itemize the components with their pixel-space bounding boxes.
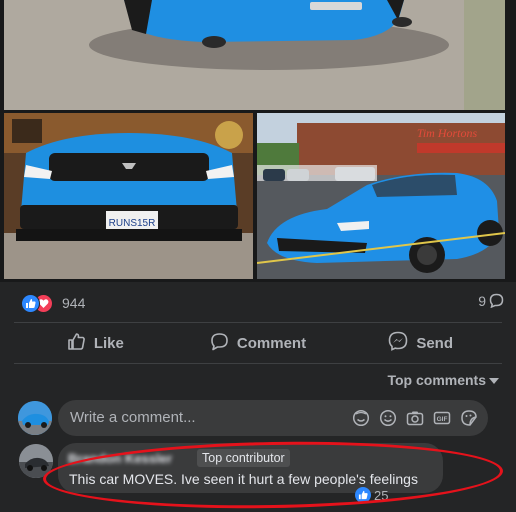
gif-icon[interactable]: GIF	[433, 409, 451, 427]
messenger-icon	[388, 331, 408, 355]
thumbs-up-icon	[67, 332, 86, 355]
reaction-icons[interactable]	[21, 294, 57, 313]
comment-text: This car MOVES. Ive seen it hurt a few p…	[69, 471, 418, 487]
avatar-sticker-icon[interactable]	[352, 409, 370, 427]
comment-like-icon	[355, 487, 371, 503]
comment-button[interactable]: Comment	[177, 323, 340, 363]
commenter-avatar[interactable]	[19, 444, 53, 478]
top-contributor-badge: Top contributor	[197, 449, 290, 467]
comment-input[interactable]	[70, 409, 330, 426]
send-button[interactable]: Send	[339, 323, 502, 363]
comment-like-count: 25	[374, 487, 389, 503]
comment-author[interactable]: Brandon Kessler	[68, 451, 172, 466]
like-reaction-icon	[21, 294, 40, 313]
comment-count[interactable]: 9	[478, 293, 486, 309]
comment-sort-dropdown[interactable]: Top comments	[387, 372, 486, 388]
svg-text:GIF: GIF	[437, 416, 448, 423]
comment-reaction-count[interactable]: 25	[355, 486, 388, 504]
comment-icon	[210, 332, 229, 355]
photo-car-parking-lot[interactable]: Tim Hortons	[257, 113, 505, 279]
comment-bubble-icon	[489, 293, 504, 313]
reaction-count[interactable]: 944	[62, 295, 85, 311]
like-button[interactable]: Like	[14, 323, 177, 363]
store-sign-text: Tim Hortons	[417, 126, 478, 140]
caret-down-icon[interactable]	[489, 378, 499, 384]
like-button-label: Like	[93, 334, 124, 352]
photo-car-front-garage[interactable]: RUNS15R	[4, 113, 253, 279]
camera-icon[interactable]	[406, 409, 424, 427]
comment-button-label: Comment	[236, 334, 307, 352]
photo-car-rear-image	[4, 0, 505, 110]
post-action-bar: Like Comment Send	[14, 322, 502, 364]
post-stats: 944 9	[0, 286, 516, 318]
emoji-icon[interactable]	[379, 409, 397, 427]
current-user-avatar[interactable]	[18, 401, 52, 435]
send-button-label: Send	[416, 334, 454, 352]
photo-car-rear[interactable]	[4, 0, 505, 110]
sticker-icon[interactable]	[460, 409, 478, 427]
license-plate-text: RUNS15R	[109, 218, 156, 229]
photo-car-lot-image: Tim Hortons	[257, 113, 505, 279]
photo-car-front-image: RUNS15R	[4, 113, 253, 279]
comment-composer: GIF	[58, 400, 488, 436]
post-photo-grid: RUNS15R Tim Hortons	[0, 0, 516, 282]
composer-icon-row: GIF	[352, 409, 478, 427]
